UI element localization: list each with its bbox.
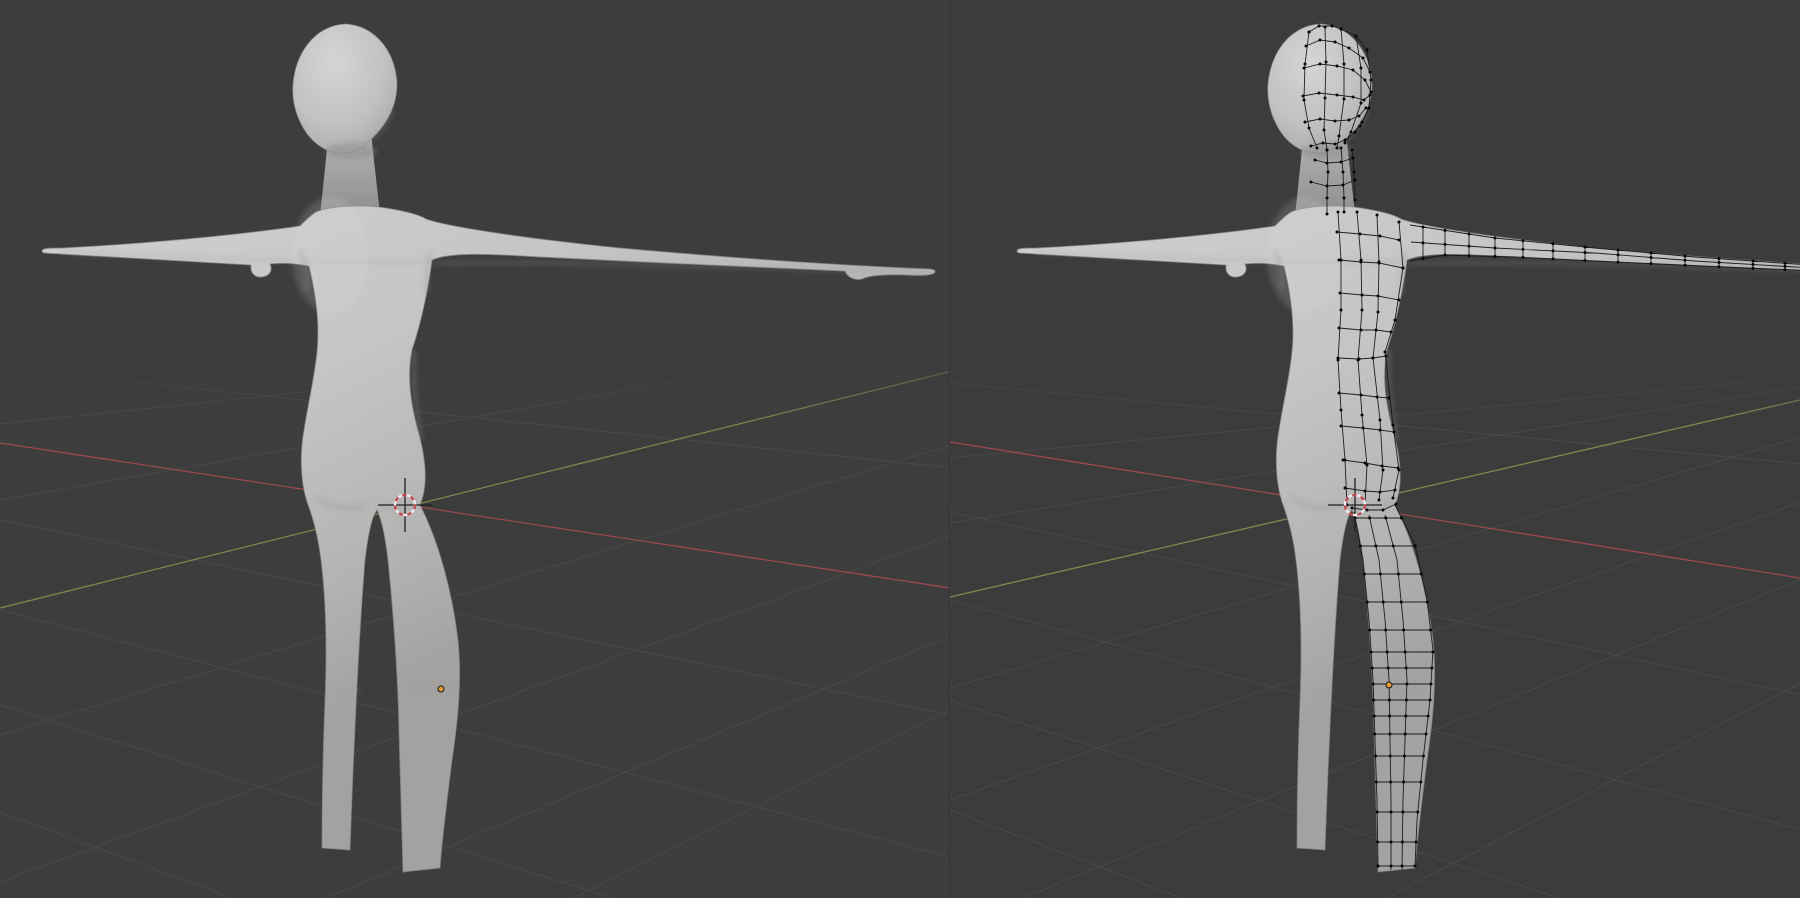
viewport-divider bbox=[949, 0, 950, 898]
viewport-canvas[interactable] bbox=[0, 0, 1800, 898]
blender-3d-viewport[interactable] bbox=[0, 0, 1800, 898]
viewport-left-background bbox=[0, 0, 949, 898]
object-origin-dot bbox=[438, 686, 444, 692]
object-origin-dot bbox=[1386, 682, 1392, 688]
